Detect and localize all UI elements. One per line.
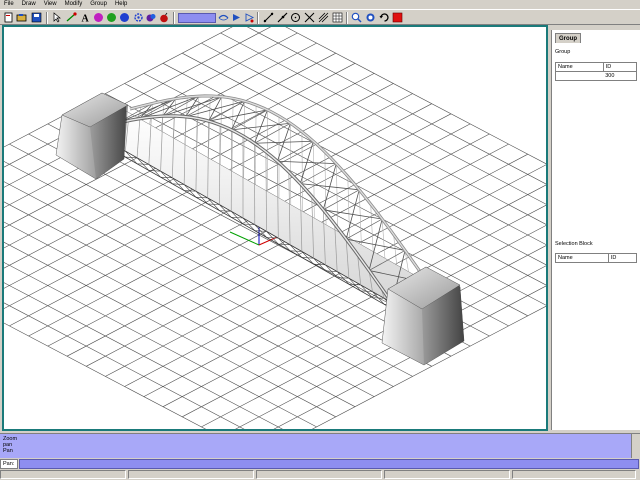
selection-col-name[interactable]: Name	[555, 253, 609, 263]
stop-icon[interactable]	[392, 12, 403, 23]
bridge-structure	[89, 94, 433, 312]
new-icon[interactable]	[3, 12, 14, 23]
pan-icon[interactable]	[218, 12, 229, 23]
selection-col-id[interactable]: ID	[607, 253, 638, 263]
status-bar	[0, 470, 640, 480]
group-label: Group	[555, 49, 571, 55]
pier-left	[55, 92, 129, 180]
toolbar: A	[0, 9, 640, 25]
status-cell	[384, 470, 510, 479]
select-arrow-icon[interactable]	[52, 12, 63, 23]
status-cell	[128, 470, 254, 479]
grid-dots-icon[interactable]	[332, 12, 343, 23]
svg-text:A: A	[82, 14, 90, 24]
bomb-icon[interactable]	[159, 12, 170, 23]
tab-group[interactable]: Group	[555, 33, 581, 43]
circle-fill-icon[interactable]	[119, 12, 130, 23]
arrow-icon[interactable]	[231, 12, 242, 23]
menu-view[interactable]: View	[40, 0, 61, 9]
history-line: Pan	[3, 448, 13, 454]
status-cell	[256, 470, 382, 479]
snap-icon[interactable]	[244, 12, 255, 23]
command-row: Pan:	[0, 459, 640, 469]
color-icon[interactable]	[93, 12, 104, 23]
sphere-icon[interactable]	[106, 12, 117, 23]
cross-icon[interactable]	[304, 12, 315, 23]
menu-help[interactable]: Help	[111, 0, 131, 9]
node-icon[interactable]	[66, 12, 77, 23]
group-table[interactable]: Name ID 300	[555, 62, 638, 81]
command-input[interactable]	[19, 459, 639, 469]
status-cell	[512, 470, 636, 479]
circle-icon[interactable]	[290, 12, 301, 23]
line-icon[interactable]	[263, 12, 274, 23]
menu-bar: File Draw View Modify Group Help	[0, 0, 640, 9]
command-history[interactable]: Zoom pan Pan	[0, 433, 640, 458]
menu-file[interactable]: File	[0, 0, 18, 9]
save-icon[interactable]	[31, 12, 42, 23]
group-id-value: 300	[605, 73, 615, 79]
table-row[interactable]: 300	[556, 72, 637, 81]
pencil-icon[interactable]	[277, 12, 288, 23]
open-icon[interactable]	[16, 12, 27, 23]
paint-icon[interactable]	[146, 12, 157, 23]
command-prompt: Pan:	[0, 459, 18, 469]
selection-table[interactable]: Name ID	[555, 253, 638, 263]
group-col-id[interactable]: ID	[602, 62, 638, 72]
text-icon[interactable]: A	[80, 12, 91, 24]
status-cell	[0, 470, 126, 479]
gear-icon[interactable]	[133, 12, 144, 23]
menu-modify[interactable]: Modify	[61, 0, 87, 9]
command-scrollbar[interactable]	[631, 434, 640, 458]
bridge-model-view[interactable]	[4, 27, 546, 429]
menu-draw[interactable]: Draw	[18, 0, 40, 9]
menu-group[interactable]: Group	[86, 0, 111, 9]
zoom-in-icon[interactable]	[351, 12, 362, 23]
properties-panel: Group Group Name ID 300 Selection Block N…	[551, 30, 640, 430]
zoom-field[interactable]	[178, 13, 216, 23]
selection-block-label: Selection Block	[555, 241, 593, 247]
rotate-icon[interactable]	[379, 12, 390, 23]
group-col-name[interactable]: Name	[555, 62, 604, 72]
grid-icon[interactable]	[318, 12, 329, 23]
drawing-canvas[interactable]	[2, 25, 548, 431]
hand-icon[interactable]	[365, 12, 376, 23]
